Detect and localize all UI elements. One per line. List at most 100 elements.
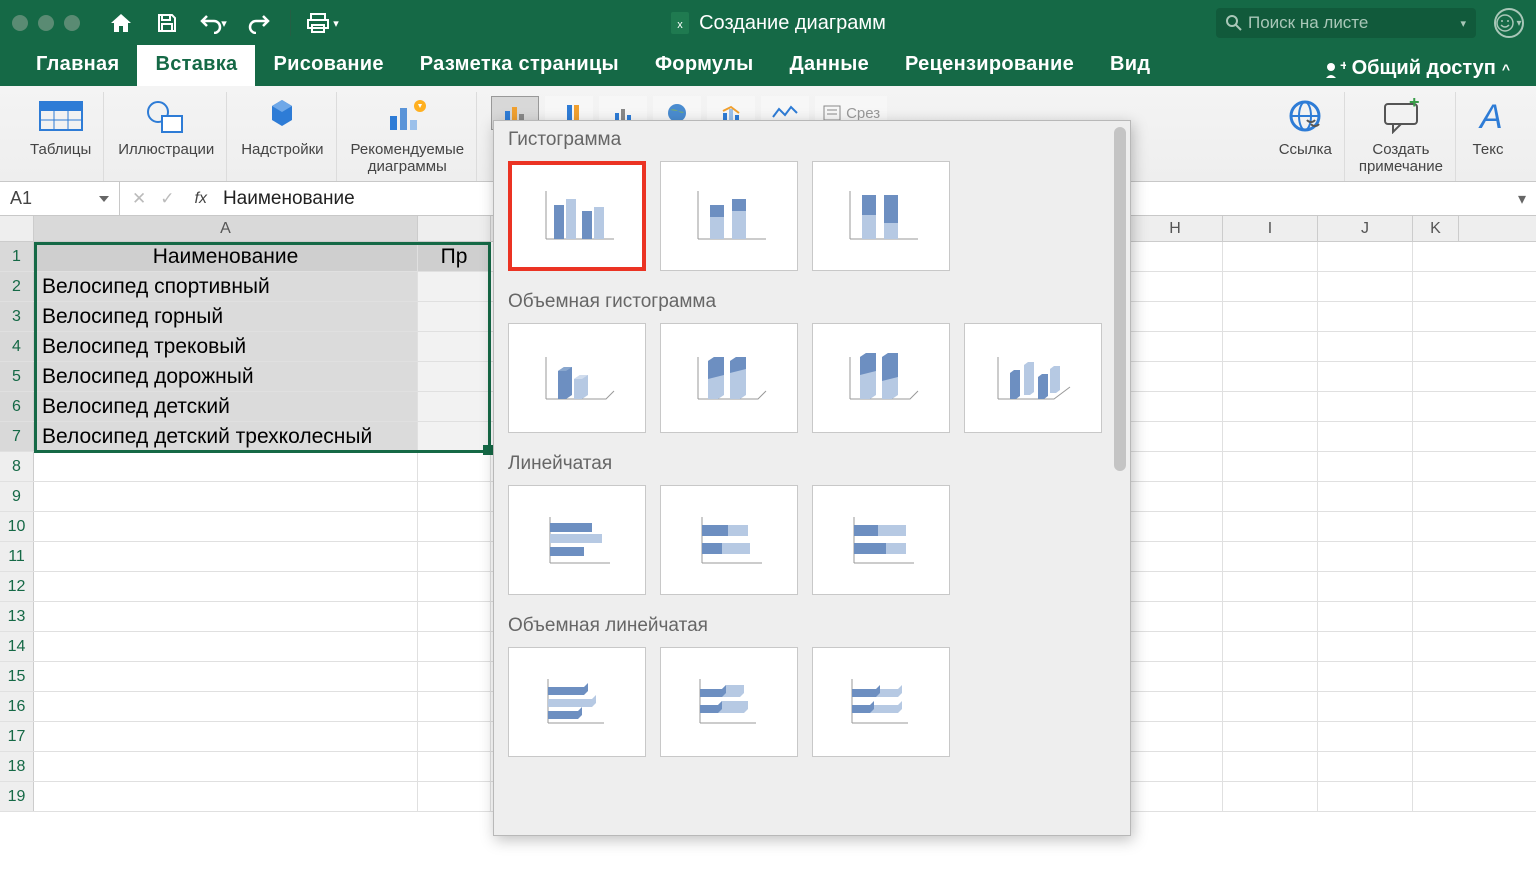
cell[interactable] <box>1318 332 1413 361</box>
tab-page-layout[interactable]: Разметка страницы <box>402 45 637 86</box>
cell[interactable] <box>418 302 491 331</box>
cancel-formula-icon[interactable]: ✕ <box>132 189 146 209</box>
ribbon-group-addins[interactable]: Надстройки <box>229 92 336 181</box>
3d-clustered-column-chart[interactable] <box>508 323 646 433</box>
cell[interactable] <box>418 602 491 631</box>
100-stacked-bar-chart[interactable] <box>812 485 950 595</box>
cell[interactable] <box>1413 242 1459 271</box>
cell[interactable] <box>1128 392 1223 421</box>
row-header[interactable]: 16 <box>0 692 34 721</box>
cell[interactable] <box>1128 242 1223 271</box>
cell[interactable] <box>34 632 418 661</box>
cell[interactable] <box>1223 722 1318 751</box>
home-icon[interactable] <box>102 8 140 38</box>
cell[interactable] <box>1318 602 1413 631</box>
accept-formula-icon[interactable]: ✓ <box>160 189 174 209</box>
cell[interactable] <box>418 482 491 511</box>
cell[interactable] <box>1223 482 1318 511</box>
col-header-j[interactable]: J <box>1318 216 1413 241</box>
cell[interactable] <box>1128 782 1223 811</box>
user-menu[interactable]: ▾ <box>1494 8 1524 38</box>
cell[interactable]: Велосипед детский трехколесный <box>34 422 418 451</box>
tab-draw[interactable]: Рисование <box>255 45 401 86</box>
cell[interactable] <box>34 512 418 541</box>
cell[interactable] <box>1223 542 1318 571</box>
cell[interactable] <box>1318 482 1413 511</box>
cell[interactable] <box>1128 722 1223 751</box>
cell[interactable] <box>1128 692 1223 721</box>
ribbon-group-recommended-charts[interactable]: Рекомендуемые диаграммы <box>339 92 478 181</box>
maximize-window[interactable] <box>64 15 80 31</box>
cell[interactable] <box>1318 512 1413 541</box>
tab-formulas[interactable]: Формулы <box>637 45 772 86</box>
cell[interactable] <box>418 572 491 601</box>
cell[interactable] <box>34 662 418 691</box>
cell[interactable] <box>1413 722 1459 751</box>
cell[interactable] <box>1413 542 1459 571</box>
ribbon-group-text[interactable]: A Текс <box>1458 92 1518 181</box>
cell[interactable] <box>1223 692 1318 721</box>
cell[interactable] <box>1318 542 1413 571</box>
col-header-k[interactable]: K <box>1413 216 1459 241</box>
row-header[interactable]: 1 <box>0 242 34 271</box>
clustered-bar-chart[interactable] <box>508 485 646 595</box>
cell[interactable] <box>418 632 491 661</box>
cell[interactable] <box>1413 272 1459 301</box>
row-header[interactable]: 18 <box>0 752 34 781</box>
cell[interactable] <box>1413 572 1459 601</box>
cell[interactable] <box>1318 782 1413 811</box>
cell[interactable] <box>1128 302 1223 331</box>
row-header[interactable]: 15 <box>0 662 34 691</box>
row-header[interactable]: 11 <box>0 542 34 571</box>
select-all-corner[interactable] <box>0 216 34 241</box>
cell[interactable] <box>418 692 491 721</box>
cell[interactable] <box>1223 272 1318 301</box>
col-header-h[interactable]: H <box>1128 216 1223 241</box>
cell[interactable] <box>418 662 491 691</box>
cell[interactable] <box>1223 362 1318 391</box>
cell[interactable] <box>34 542 418 571</box>
tab-insert[interactable]: Вставка <box>137 45 255 86</box>
undo-icon[interactable]: ▾ <box>194 8 232 38</box>
redo-icon[interactable] <box>240 8 278 38</box>
cell[interactable] <box>1223 572 1318 601</box>
cell[interactable] <box>1318 362 1413 391</box>
ribbon-group-tables[interactable]: Таблицы <box>18 92 104 181</box>
3d-column-chart[interactable] <box>964 323 1102 433</box>
cell[interactable] <box>1413 332 1459 361</box>
tab-view[interactable]: Вид <box>1092 45 1168 86</box>
cell[interactable] <box>418 332 491 361</box>
cell[interactable] <box>1318 392 1413 421</box>
3d-100-stacked-column-chart[interactable] <box>812 323 950 433</box>
cell[interactable] <box>34 722 418 751</box>
cell[interactable] <box>418 512 491 541</box>
cell[interactable] <box>1413 602 1459 631</box>
cell[interactable] <box>418 452 491 481</box>
col-header-a[interactable]: A <box>34 216 418 241</box>
cell[interactable] <box>1128 362 1223 391</box>
cell[interactable]: Наименование <box>34 242 418 271</box>
row-header[interactable]: 3 <box>0 302 34 331</box>
cell[interactable] <box>1128 482 1223 511</box>
stacked-bar-chart[interactable] <box>660 485 798 595</box>
cell[interactable]: Велосипед дорожный <box>34 362 418 391</box>
stacked-column-chart[interactable] <box>660 161 798 271</box>
3d-stacked-bar-chart[interactable] <box>660 647 798 757</box>
cell[interactable] <box>1223 452 1318 481</box>
cell[interactable]: Пр <box>418 242 491 271</box>
share-button[interactable]: + Общий доступ ^ <box>1316 51 1518 86</box>
cell[interactable] <box>1223 632 1318 661</box>
cell[interactable] <box>1413 782 1459 811</box>
cell[interactable] <box>1223 512 1318 541</box>
cell[interactable] <box>1223 332 1318 361</box>
tab-review[interactable]: Рецензирование <box>887 45 1092 86</box>
row-header[interactable]: 8 <box>0 452 34 481</box>
cell[interactable] <box>34 602 418 631</box>
col-header-b[interactable] <box>418 216 491 241</box>
cell[interactable] <box>1413 482 1459 511</box>
3d-clustered-bar-chart[interactable] <box>508 647 646 757</box>
cell[interactable] <box>1318 692 1413 721</box>
cell[interactable] <box>1128 542 1223 571</box>
cell[interactable]: Велосипед горный <box>34 302 418 331</box>
name-box[interactable]: A1 <box>0 182 120 215</box>
